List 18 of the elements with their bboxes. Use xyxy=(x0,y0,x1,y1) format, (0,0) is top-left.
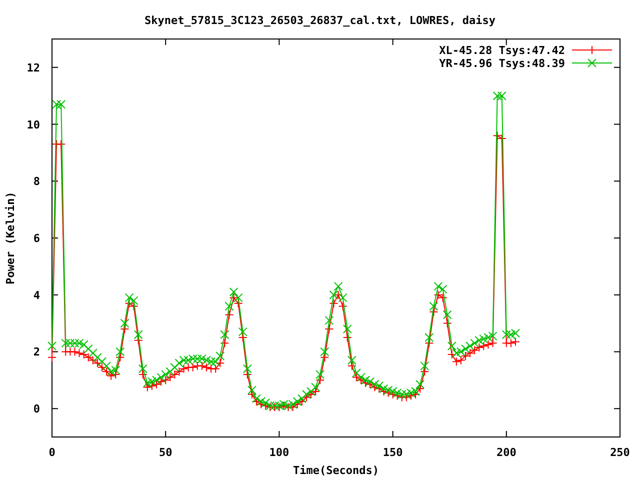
tick-label: 50 xyxy=(158,446,172,459)
tick-label: 250 xyxy=(610,446,630,459)
tick-label: 4 xyxy=(33,288,40,302)
tick-label: 12 xyxy=(26,61,40,74)
axis-title: Power (Kelvin) xyxy=(4,192,17,284)
tick-label: 6 xyxy=(33,232,40,245)
legend-label: XL-45.28 Tsys:47.42 xyxy=(439,44,565,57)
tick-label: 150 xyxy=(382,446,403,459)
tick-label: 100 xyxy=(269,446,290,459)
legend-label: YR-45.96 Tsys:48.39 xyxy=(439,57,565,70)
chart-title: Skynet_57815_3C123_26503_26837_cal.txt, LOWRES, daisy xyxy=(144,14,496,27)
tick-label: 0 xyxy=(48,446,56,459)
tick-label: 2 xyxy=(33,346,40,359)
tick-label: 0 xyxy=(33,402,40,416)
axis-title: Time(Seconds) xyxy=(292,464,380,477)
tick-label: 8 xyxy=(33,175,40,188)
tick-label: 200 xyxy=(496,446,516,459)
tick-label: 10 xyxy=(26,118,40,132)
